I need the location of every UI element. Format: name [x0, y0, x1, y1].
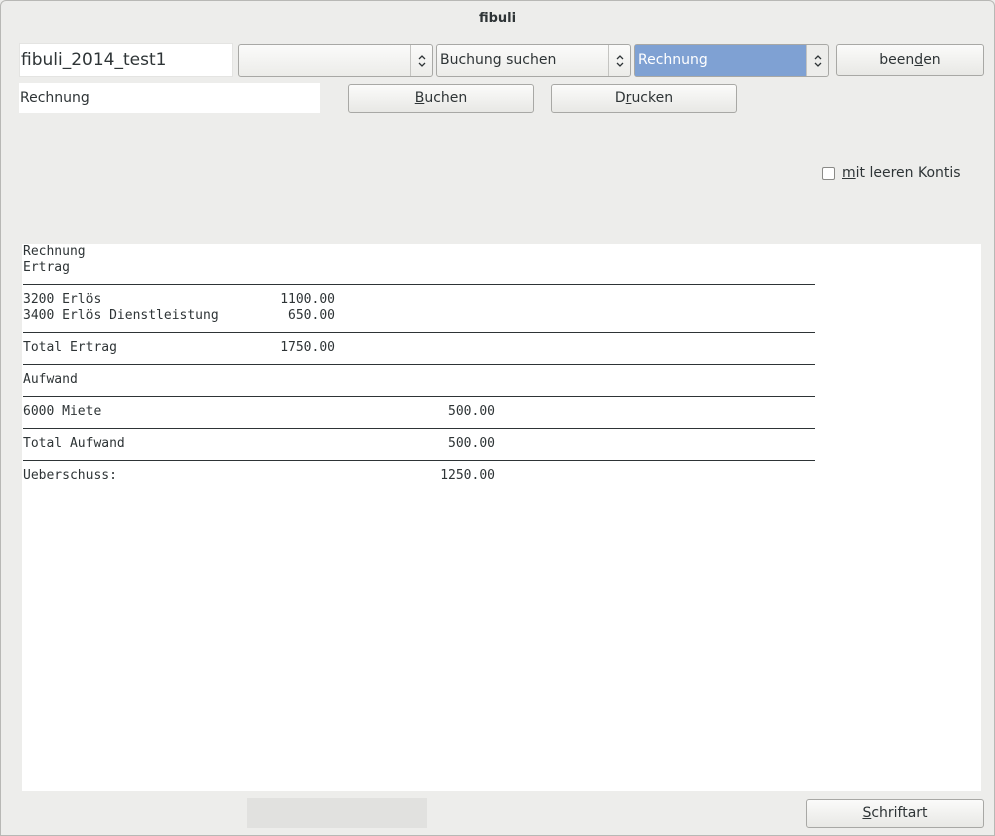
expense-total-label: Total Aufwand	[23, 436, 125, 451]
report-view[interactable]: Rechnung Ertrag 3200 Erlös 1100.00 3400 …	[22, 244, 981, 791]
income-row-amount: 650.00	[288, 308, 335, 323]
expense-row-amount: 500.00	[448, 404, 495, 419]
expense-header: Aufwand	[23, 372, 78, 387]
empty-accounts-option[interactable]: mit leeren Kontis	[822, 164, 961, 182]
updown-chevron-icon	[410, 45, 432, 76]
divider	[23, 332, 815, 333]
report-title: Rechnung	[23, 244, 86, 259]
print-button[interactable]: Drucken	[551, 84, 737, 113]
account-combo[interactable]	[238, 44, 433, 77]
surplus-amount: 1250.00	[440, 468, 495, 483]
updown-chevron-icon	[608, 45, 630, 76]
income-row-account: 3200 Erlös	[23, 292, 102, 307]
file-name-field[interactable]: fibuli_2014_test1	[19, 43, 233, 77]
quit-button[interactable]: beenden	[836, 44, 984, 76]
report-combo-value: Rechnung	[638, 52, 708, 68]
divider	[23, 284, 815, 285]
expense-row-account: 6000 Miete	[23, 404, 102, 419]
updown-chevron-icon	[806, 45, 828, 76]
window-title: fibuli	[478, 11, 517, 26]
income-total-amount: 1750.00	[280, 340, 335, 355]
report-name-label: Rechnung	[20, 90, 90, 106]
status-area	[247, 798, 427, 828]
report-combo[interactable]: Rechnung	[634, 44, 829, 77]
divider	[23, 460, 815, 461]
app-window: fibuli fibuli_2014_test1 Buchung suchen …	[0, 0, 995, 836]
income-row-amount: 1100.00	[280, 292, 335, 307]
empty-accounts-label: mit leeren Kontis	[842, 165, 961, 181]
income-row-account: 3400 Erlös Dienstleistung	[23, 308, 219, 323]
font-button[interactable]: Schriftart	[806, 799, 984, 828]
empty-accounts-checkbox[interactable]	[822, 166, 835, 180]
income-header: Ertrag	[23, 260, 70, 275]
report-name-field: Rechnung	[19, 83, 320, 113]
action-combo-value: Buchung suchen	[440, 52, 557, 68]
book-button[interactable]: Buchen	[348, 84, 534, 113]
income-total-label: Total Ertrag	[23, 340, 117, 355]
divider	[23, 364, 815, 365]
action-combo[interactable]: Buchung suchen	[436, 44, 631, 77]
divider	[23, 428, 815, 429]
divider	[23, 396, 815, 397]
surplus-label: Ueberschuss:	[23, 468, 117, 483]
expense-total-amount: 500.00	[448, 436, 495, 451]
